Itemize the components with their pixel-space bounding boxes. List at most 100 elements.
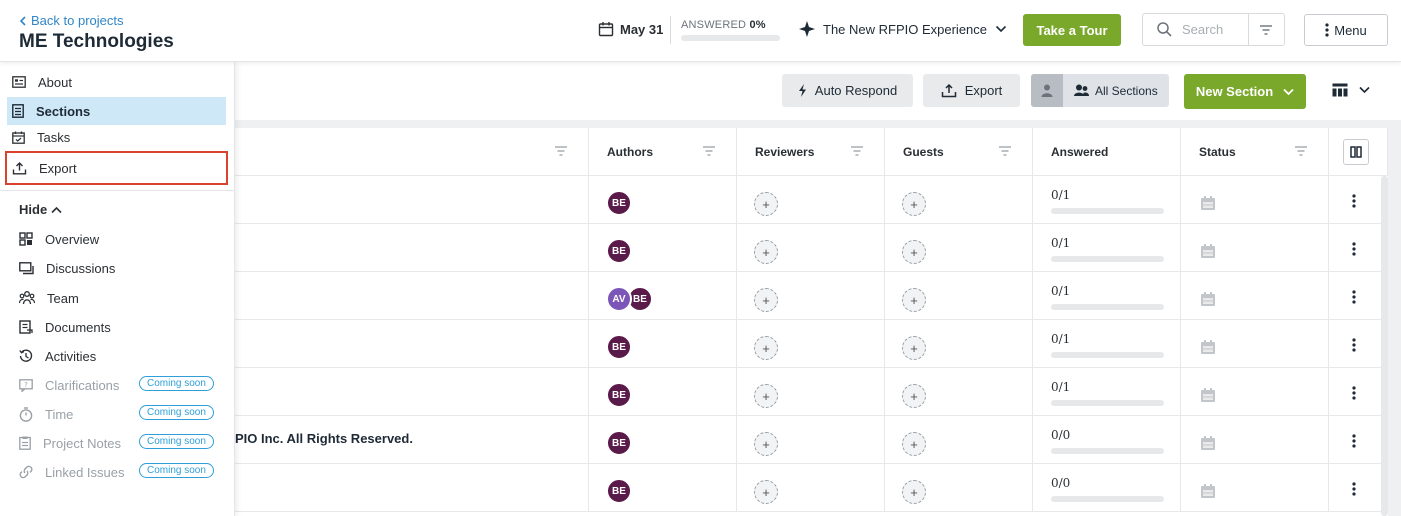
sidebar-item-activities[interactable]: Activities <box>19 345 96 367</box>
table-row[interactable]: AV BE + +0/1 <box>235 272 1388 320</box>
cell-status <box>1181 320 1329 368</box>
column-label: Answered <box>1051 145 1109 159</box>
section-name[interactable]: PIO Inc. All Rights Reserved. <box>235 431 413 446</box>
author-avatar[interactable]: BE <box>606 430 632 456</box>
author-avatar[interactable]: BE <box>606 478 632 504</box>
all-sections-filter[interactable]: All Sections <box>1031 74 1169 107</box>
sidebar-item-time[interactable]: Time Coming soon <box>19 403 229 425</box>
sidebar-item-tasks[interactable]: Tasks <box>7 126 226 148</box>
vertical-scrollbar[interactable] <box>1381 176 1388 516</box>
row-menu-kebab-icon[interactable] <box>1352 434 1356 448</box>
column-header-guests[interactable]: Guests <box>885 128 1033 176</box>
due-date[interactable]: May 31 <box>598 21 663 37</box>
add-reviewer-button[interactable]: + <box>754 288 778 312</box>
add-guest-button[interactable]: + <box>902 336 926 360</box>
add-guest-button[interactable]: + <box>902 384 926 408</box>
add-reviewer-button[interactable]: + <box>754 480 778 504</box>
row-menu-kebab-icon[interactable] <box>1352 242 1356 256</box>
author-avatar[interactable]: AV <box>606 286 632 312</box>
cell-answered: 0/1 <box>1033 272 1181 320</box>
menu-button[interactable]: Menu <box>1304 14 1388 46</box>
sidebar-item-linked-issues[interactable]: Linked Issues Coming soon <box>19 461 229 483</box>
author-avatar[interactable]: BE <box>606 238 632 264</box>
add-reviewer-button[interactable]: + <box>754 240 778 264</box>
row-menu-kebab-icon[interactable] <box>1352 386 1356 400</box>
sidebar-item-sections[interactable]: Sections <box>7 97 226 125</box>
cell-reviewers: + <box>737 176 885 224</box>
add-guest-button[interactable]: + <box>902 432 926 456</box>
status-calendar-icon[interactable] <box>1200 435 1216 451</box>
export-button[interactable]: Export <box>923 74 1020 107</box>
overview-icon <box>19 232 33 246</box>
add-guest-button[interactable]: + <box>902 192 926 216</box>
status-calendar-icon[interactable] <box>1200 339 1216 355</box>
cell-section <box>235 368 589 416</box>
add-reviewer-button[interactable]: + <box>754 336 778 360</box>
column-header-answered[interactable]: Answered <box>1033 128 1181 176</box>
about-icon <box>12 76 26 88</box>
sidebar-item-discussions[interactable]: Discussions <box>19 257 115 279</box>
filter-icon[interactable] <box>850 145 864 157</box>
status-calendar-icon[interactable] <box>1200 387 1216 403</box>
table-view-icon[interactable] <box>1332 83 1348 97</box>
hide-toggle[interactable]: Hide <box>19 202 62 217</box>
column-label: Reviewers <box>755 145 815 159</box>
filter-icon[interactable] <box>554 145 568 157</box>
author-avatar[interactable]: BE <box>606 334 632 360</box>
table-row[interactable]: BE + +0/0 <box>235 464 1388 512</box>
cell-answered: 0/0 <box>1033 464 1181 512</box>
column-header-authors[interactable]: Authors <box>589 128 737 176</box>
view-chevron-down-icon[interactable] <box>1359 86 1370 94</box>
search-input[interactable] <box>1182 22 1242 37</box>
add-reviewer-button[interactable]: + <box>754 432 778 456</box>
table-row[interactable]: BE + +0/1 <box>235 224 1388 272</box>
sidebar-item-project-notes[interactable]: Project Notes Coming soon <box>19 432 229 454</box>
add-guest-button[interactable]: + <box>902 480 926 504</box>
add-guest-button[interactable]: + <box>902 288 926 312</box>
svg-text:?: ? <box>24 381 28 389</box>
add-guest-button[interactable]: + <box>902 240 926 264</box>
column-header-status[interactable]: Status <box>1181 128 1329 176</box>
filter-icon[interactable] <box>1259 24 1273 36</box>
sidebar-item-about[interactable]: About <box>7 68 226 96</box>
status-calendar-icon[interactable] <box>1200 195 1216 211</box>
author-avatar[interactable]: BE <box>606 382 632 408</box>
filter-icon[interactable] <box>998 145 1012 157</box>
table-row[interactable]: PIO Inc. All Rights Reserved. BE + +0/0 <box>235 416 1388 464</box>
answered-progress-bar <box>1051 448 1164 454</box>
columns-icon[interactable] <box>1343 139 1369 165</box>
sidebar-item-team[interactable]: Team <box>19 287 79 309</box>
filter-icon[interactable] <box>702 145 716 157</box>
column-label: Status <box>1199 145 1236 159</box>
column-label: Authors <box>607 145 653 159</box>
column-header-reviewers[interactable]: Reviewers <box>737 128 885 176</box>
status-calendar-icon[interactable] <box>1200 243 1216 259</box>
row-menu-kebab-icon[interactable] <box>1352 338 1356 352</box>
table-row[interactable]: BE + +0/1 <box>235 368 1388 416</box>
cell-reviewers: + <box>737 416 885 464</box>
sidebar-item-documents[interactable]: Documents <box>19 316 111 338</box>
row-menu-kebab-icon[interactable] <box>1352 290 1356 304</box>
sidebar-item-overview[interactable]: Overview <box>19 228 99 250</box>
row-menu-kebab-icon[interactable] <box>1352 194 1356 208</box>
status-calendar-icon[interactable] <box>1200 291 1216 307</box>
sidebar-item-export[interactable]: Export <box>5 151 228 185</box>
filter-icon[interactable] <box>1294 145 1308 157</box>
back-to-projects-link[interactable]: Back to projects <box>19 13 124 28</box>
table-row[interactable]: BE + +0/1 <box>235 176 1388 224</box>
add-reviewer-button[interactable]: + <box>754 384 778 408</box>
experience-dropdown[interactable]: The New RFPIO Experience <box>799 21 1007 37</box>
cell-actions <box>1329 176 1388 224</box>
sidebar-item-clarifications[interactable]: ? Clarifications Coming soon <box>19 374 229 396</box>
cell-reviewers: + <box>737 464 885 512</box>
cell-reviewers: + <box>737 224 885 272</box>
row-menu-kebab-icon[interactable] <box>1352 482 1356 496</box>
author-avatar[interactable]: BE <box>606 190 632 216</box>
add-reviewer-button[interactable]: + <box>754 192 778 216</box>
status-calendar-icon[interactable] <box>1200 483 1216 499</box>
table-row[interactable]: BE + +0/1 <box>235 320 1388 368</box>
take-a-tour-button[interactable]: Take a Tour <box>1023 14 1121 46</box>
new-section-button[interactable]: New Section <box>1184 74 1306 109</box>
column-settings-header[interactable] <box>1329 128 1388 176</box>
auto-respond-button[interactable]: Auto Respond <box>782 74 913 107</box>
